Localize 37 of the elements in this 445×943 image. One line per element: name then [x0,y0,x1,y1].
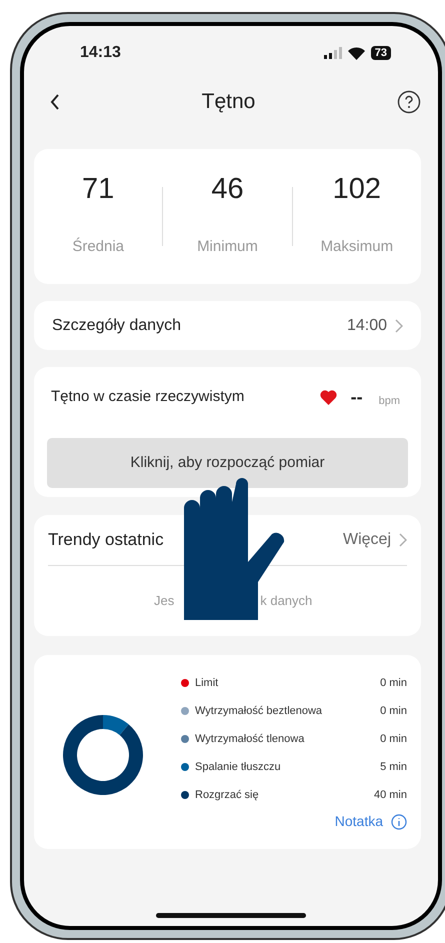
stat-label: Średnia [72,236,124,256]
heart-rate-reading: -- [350,386,363,409]
zone-duration: 0 min [380,704,407,719]
chevron-right-icon [399,533,407,547]
start-measurement-button[interactable]: Kliknij, aby rozpocząć pomiar [47,438,408,488]
realtime-title: Tętno w czasie rzeczywistym [51,387,246,408]
back-icon[interactable] [50,94,60,110]
more-link[interactable]: Więcej [342,528,391,552]
zone-name: Wytrzymałość beztlenowa [195,704,324,719]
heart-icon [320,390,337,405]
chevron-right-icon [395,318,403,332]
zone-duration: 40 min [374,788,407,803]
stat-value: 46 [211,175,244,204]
clock: 14:13 [80,43,121,63]
zone-duration: 0 min [380,676,407,691]
details-row[interactable]: Szczegóły danych 14:00 [34,301,421,350]
page-title: Tętno [200,89,256,116]
empty-text: Jes [154,592,174,610]
info-icon[interactable] [391,814,407,830]
wifi-icon [348,46,365,60]
zone-duration: 5 min [380,760,407,775]
stat-label: Maksimum [320,236,394,256]
empty-text: k danych [260,592,312,610]
note-link[interactable]: Notatka [334,811,383,832]
zone-name: Limit [195,676,220,691]
zone-name: Spalanie tłuszczu [195,760,282,775]
unit-label: bpm [378,394,400,410]
zone-name: Wytrzymałość tlenowa [195,732,306,747]
stat-value: 102 [332,175,382,204]
signal-icon [324,47,342,59]
help-icon[interactable] [397,90,421,114]
battery-indicator: 73 [370,46,391,60]
stat-label: Minimum [197,236,258,256]
trends-title: Trendy ostatnic [48,529,165,552]
stat-value: 71 [82,175,114,204]
zone-name: Rozgrzać się [195,788,260,803]
zone-duration: 0 min [380,732,407,747]
